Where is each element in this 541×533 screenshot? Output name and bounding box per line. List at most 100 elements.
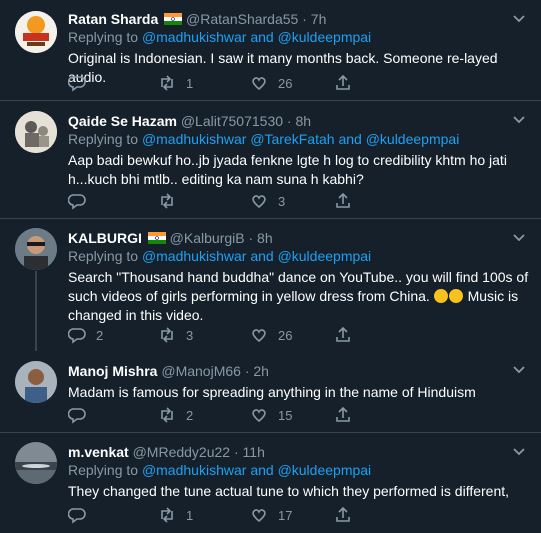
replying-to-label: Replying to: [68, 131, 139, 147]
retweet-button[interactable]: 1: [158, 506, 193, 524]
replying-to-label: Replying to: [68, 248, 139, 264]
like-button[interactable]: 26: [250, 326, 292, 344]
user-handle[interactable]: @MReddy2u22: [133, 444, 231, 460]
rofl-emoji-icon: [433, 289, 448, 303]
reply-icon: [68, 194, 86, 210]
mention-link[interactable]: @madhukishwar: [142, 29, 246, 45]
mention-link[interactable]: @kuldeepmpai: [278, 29, 372, 45]
retweet-count: 1: [186, 507, 194, 523]
chevron-down-icon[interactable]: [511, 361, 527, 377]
reply-icon: [68, 328, 86, 344]
tweet-actions: 3: [68, 192, 468, 212]
display-name[interactable]: Ratan Sharda: [68, 11, 158, 27]
mention-link[interactable]: @kuldeepmpai: [366, 131, 460, 147]
tweet-text: They changed the tune actual tune to whi…: [68, 483, 510, 499]
mention-link[interactable]: @kuldeepmpai: [278, 248, 372, 264]
tweet-header: Qaide Se Hazam @Lalit75071530 · 8h: [68, 112, 531, 130]
like-button[interactable]: 26: [250, 74, 292, 92]
user-handle[interactable]: @ManojM66: [161, 363, 241, 379]
avatar[interactable]: [15, 442, 57, 484]
tweet-m-venkat[interactable]: m.venkat @MReddy2u22 · 11h Replying to @…: [0, 433, 541, 533]
display-name[interactable]: m.venkat: [68, 444, 129, 460]
reply-feed: Ratan Sharda @RatanSharda55 · 7h Replyin…: [0, 0, 541, 533]
reply-button[interactable]: [68, 506, 96, 524]
timestamp[interactable]: 8h: [257, 230, 273, 246]
retweet-icon: [161, 193, 173, 209]
retweet-button[interactable]: [158, 192, 186, 210]
retweet-icon: [161, 327, 173, 343]
mention-link[interactable]: @kuldeepmpai: [278, 462, 372, 478]
mention-conjunction[interactable]: and: [338, 131, 361, 147]
chevron-down-icon[interactable]: [511, 10, 527, 26]
thread-connector: [35, 271, 37, 351]
like-count: 3: [278, 193, 286, 209]
avatar[interactable]: [15, 228, 57, 270]
retweet-button[interactable]: 2: [158, 406, 193, 424]
like-count: 26: [278, 327, 293, 343]
reply-icon: [68, 76, 86, 92]
share-button[interactable]: [334, 506, 352, 524]
tweet-actions: 2 15: [68, 406, 468, 426]
tweet-ratan-sharda[interactable]: Ratan Sharda @RatanSharda55 · 7h Replyin…: [0, 0, 541, 101]
like-button[interactable]: 3: [250, 192, 285, 210]
share-button[interactable]: [334, 406, 352, 424]
heart-icon: [252, 329, 266, 343]
mention-link[interactable]: @madhukishwar: [142, 462, 246, 478]
mention-link[interactable]: @madhukishwar: [142, 248, 246, 264]
avatar[interactable]: [15, 11, 57, 53]
user-handle[interactable]: @RatanSharda55: [186, 11, 298, 27]
tweet-body: Manoj Mishra @ManojM66 · 2h Madam is fam…: [68, 362, 531, 402]
share-button[interactable]: [334, 326, 352, 344]
reply-button[interactable]: [68, 74, 96, 92]
like-button[interactable]: 15: [250, 406, 292, 424]
replying-to-label: Replying to: [68, 29, 139, 45]
replying-to-label: Replying to: [68, 462, 139, 478]
user-handle[interactable]: @KalburgiB: [170, 230, 245, 246]
share-button[interactable]: [334, 74, 352, 92]
heart-icon: [252, 195, 266, 209]
retweet-button[interactable]: 1: [158, 74, 193, 92]
heart-icon: [252, 509, 266, 523]
display-name[interactable]: KALBURGI: [68, 230, 142, 246]
avatar[interactable]: [15, 111, 57, 153]
mention-conjunction[interactable]: and: [250, 248, 273, 264]
share-button[interactable]: [334, 192, 352, 210]
mention-conjunction[interactable]: and: [250, 462, 273, 478]
user-handle[interactable]: @Lalit75071530: [181, 113, 283, 129]
share-icon: [336, 506, 350, 522]
share-icon: [336, 406, 350, 422]
separator-dot: ·: [302, 11, 307, 27]
replying-to: Replying to @madhukishwar @TarekFatah an…: [68, 130, 531, 148]
mention-link[interactable]: @madhukishwar: [142, 131, 246, 147]
display-name[interactable]: Manoj Mishra: [68, 363, 157, 379]
chevron-down-icon[interactable]: [511, 111, 527, 127]
india-flag-icon: [164, 11, 183, 25]
chevron-down-icon[interactable]: [511, 229, 527, 245]
timestamp[interactable]: 8h: [295, 113, 311, 129]
avatar[interactable]: [15, 361, 57, 403]
mention-link[interactable]: @TarekFatah: [250, 131, 334, 147]
display-name[interactable]: Qaide Se Hazam: [68, 113, 177, 129]
timestamp[interactable]: 2h: [253, 363, 269, 379]
retweet-icon: [161, 407, 173, 423]
like-count: 17: [278, 507, 293, 523]
timestamp[interactable]: 7h: [311, 11, 327, 27]
separator-dot: ·: [244, 363, 250, 379]
reply-button[interactable]: [68, 406, 96, 424]
tweet-header: KALBURGI @KalburgiB · 8h: [68, 229, 531, 247]
replying-to: Replying to @madhukishwar and @kuldeepmp…: [68, 461, 531, 479]
like-button[interactable]: 17: [250, 506, 292, 524]
tweet-kalburgi[interactable]: KALBURGI @KalburgiB · 8h Replying to @ma…: [0, 219, 541, 351]
chevron-down-icon[interactable]: [511, 443, 527, 459]
reply-count: 2: [96, 327, 104, 343]
tweet-qaide-se-hazam[interactable]: Qaide Se Hazam @Lalit75071530 · 8h Reply…: [0, 101, 541, 219]
tweet-text: Madam is famous for spreading anything i…: [68, 384, 476, 400]
tweet-manoj-mishra[interactable]: Manoj Mishra @ManojM66 · 2h Madam is fam…: [0, 351, 541, 433]
mention-conjunction[interactable]: and: [250, 29, 273, 45]
tweet-body: KALBURGI @KalburgiB · 8h Replying to @ma…: [68, 229, 531, 325]
reply-button[interactable]: 2: [68, 326, 103, 344]
reply-button[interactable]: [68, 192, 96, 210]
retweet-count: 3: [186, 327, 194, 343]
retweet-button[interactable]: 3: [158, 326, 193, 344]
timestamp[interactable]: 11h: [243, 444, 265, 460]
